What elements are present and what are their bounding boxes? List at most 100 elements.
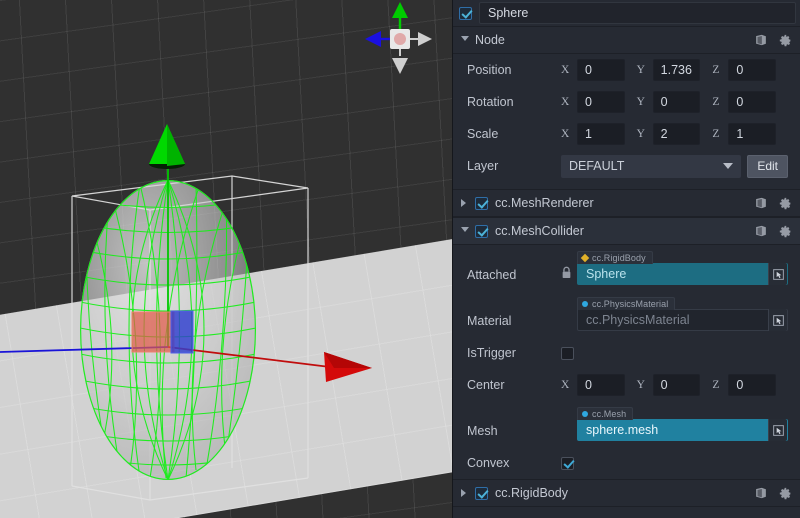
scale-vector: X 1 Y 2 Z 1	[561, 123, 800, 145]
layer-select[interactable]: DEFAULT	[561, 154, 742, 178]
rotation-y: Y 0	[637, 91, 713, 113]
is-trigger-label: IsTrigger	[467, 346, 516, 360]
type-tag-marker	[582, 411, 588, 417]
asset-picker-icon[interactable]	[768, 263, 787, 285]
mesh-value: sphere.mesh	[586, 423, 659, 437]
axis-label-z: Z	[712, 96, 720, 108]
mesh-asset-wrap: cc.Mesh sphere.mesh	[577, 406, 788, 441]
rigid-body-enabled-checkbox[interactable]	[475, 486, 488, 500]
rotation-y-input[interactable]: 0	[652, 91, 701, 113]
center-z-input[interactable]: 0	[728, 374, 777, 396]
material-label: Material	[467, 314, 512, 328]
convex-label: Convex	[467, 456, 510, 470]
material-value: cc.PhysicsMaterial	[586, 313, 690, 327]
property-row-attached: Attached cc.RigidBody Sphere	[453, 245, 800, 291]
component-header-rigid-body[interactable]: cc.RigidBody	[453, 479, 800, 507]
attached-asset-field[interactable]: Sphere	[577, 263, 788, 285]
gear-icon[interactable]	[779, 225, 792, 238]
is-trigger-checkbox[interactable]	[561, 346, 574, 360]
position-x-input[interactable]: 0	[577, 59, 625, 81]
component-header-mesh-collider[interactable]: cc.MeshCollider	[453, 217, 800, 245]
asset-picker-icon[interactable]	[768, 419, 787, 441]
mesh-collider-enabled-checkbox[interactable]	[475, 224, 488, 238]
gizmo-plane-handles	[131, 310, 194, 354]
position-label: Position	[467, 63, 512, 77]
axis-label-z: Z	[712, 64, 720, 76]
property-row-mesh: Mesh cc.Mesh sphere.mesh	[453, 401, 800, 447]
mesh-type-name: cc.Mesh	[592, 409, 627, 419]
transform-rows: Position X 0 Y 1.736 Z 0 Rotation X 0 Y …	[453, 54, 800, 189]
book-icon[interactable]	[754, 486, 768, 500]
scale-z-input[interactable]: 1	[728, 123, 777, 145]
node-name-input[interactable]: Sphere	[479, 2, 796, 24]
mesh-asset-field[interactable]: sphere.mesh	[577, 419, 788, 441]
position-z-input[interactable]: 0	[728, 59, 777, 81]
book-icon[interactable]	[754, 196, 768, 210]
mesh-renderer-enabled-checkbox[interactable]	[475, 196, 488, 210]
gear-icon[interactable]	[779, 34, 792, 47]
center-y: Y 0	[637, 374, 713, 396]
node-enabled-checkbox[interactable]	[459, 6, 472, 20]
component-header-mesh-renderer[interactable]: cc.MeshRenderer	[453, 189, 800, 217]
position-z: Z 0	[712, 59, 788, 81]
book-icon[interactable]	[754, 224, 768, 238]
scale-label: Scale	[467, 127, 499, 141]
convex-checkbox[interactable]	[561, 456, 574, 470]
position-vector: X 0 Y 1.736 Z 0	[561, 59, 800, 81]
center-x: X 0	[561, 374, 637, 396]
scale-y-input[interactable]: 2	[652, 123, 701, 145]
type-tag-marker	[580, 253, 590, 263]
rotation-z-input[interactable]: 0	[728, 91, 777, 113]
book-icon[interactable]	[754, 33, 768, 47]
component-title: cc.RigidBody	[495, 486, 568, 500]
scale-y: Y 2	[637, 123, 713, 145]
scale-z: Z 1	[712, 123, 788, 145]
position-y: Y 1.736	[637, 59, 713, 81]
chevron-right-icon	[461, 489, 469, 497]
gizmo-x-arrow	[324, 352, 372, 382]
asset-picker-icon[interactable]	[768, 309, 787, 331]
attached-label: Attached	[467, 268, 517, 282]
rotation-x: X 0	[561, 91, 637, 113]
axis-label-y: Y	[636, 64, 645, 76]
lock-icon	[561, 266, 577, 282]
attached-type-name: cc.RigidBody	[592, 253, 646, 263]
gear-icon[interactable]	[779, 487, 792, 500]
axis-label-x: X	[561, 96, 570, 108]
viewport-scene-graphics	[0, 2, 432, 501]
property-row-position: Position X 0 Y 1.736 Z 0	[453, 54, 800, 86]
node-section-header[interactable]: Node	[453, 26, 800, 54]
material-type-tag: cc.PhysicsMaterial	[577, 297, 676, 310]
center-label: Center	[467, 378, 505, 392]
property-row-convex: Convex	[453, 447, 800, 479]
position-y-input[interactable]: 1.736	[652, 59, 701, 81]
axis-label-x: X	[561, 128, 570, 140]
axis-label-z: Z	[712, 128, 720, 140]
editor-window: Sphere Node Position X 0 Y 1.736 Z 0 Rot…	[0, 0, 800, 518]
rotation-vector: X 0 Y 0 Z 0	[561, 91, 800, 113]
axis-orientation-widget	[365, 2, 432, 74]
scale-x: X 1	[561, 123, 637, 145]
position-x: X 0	[561, 59, 637, 81]
component-title: cc.MeshRenderer	[495, 196, 594, 210]
rotation-x-input[interactable]: 0	[577, 91, 625, 113]
scene-viewport[interactable]	[0, 0, 452, 518]
gear-icon[interactable]	[779, 197, 792, 210]
material-asset-wrap: cc.PhysicsMaterial cc.PhysicsMaterial	[577, 296, 788, 331]
property-row-scale: Scale X 1 Y 2 Z 1	[453, 118, 800, 150]
center-x-input[interactable]: 0	[577, 374, 625, 396]
axis-label-y: Y	[636, 379, 645, 391]
material-asset-field[interactable]: cc.PhysicsMaterial	[577, 309, 788, 331]
chevron-down-icon	[461, 226, 469, 236]
center-vector: X 0 Y 0 Z 0	[561, 374, 800, 396]
rotation-label: Rotation	[467, 95, 514, 109]
layer-edit-button[interactable]: Edit	[747, 154, 788, 178]
center-y-input[interactable]: 0	[652, 374, 701, 396]
center-z: Z 0	[712, 374, 788, 396]
axis-label-x: X	[561, 379, 570, 391]
axis-label-z: Z	[712, 379, 720, 391]
gizmo-y-arrow	[149, 124, 185, 169]
layer-select-value: DEFAULT	[569, 159, 625, 173]
scale-x-input[interactable]: 1	[577, 123, 625, 145]
layer-label: Layer	[467, 159, 499, 173]
